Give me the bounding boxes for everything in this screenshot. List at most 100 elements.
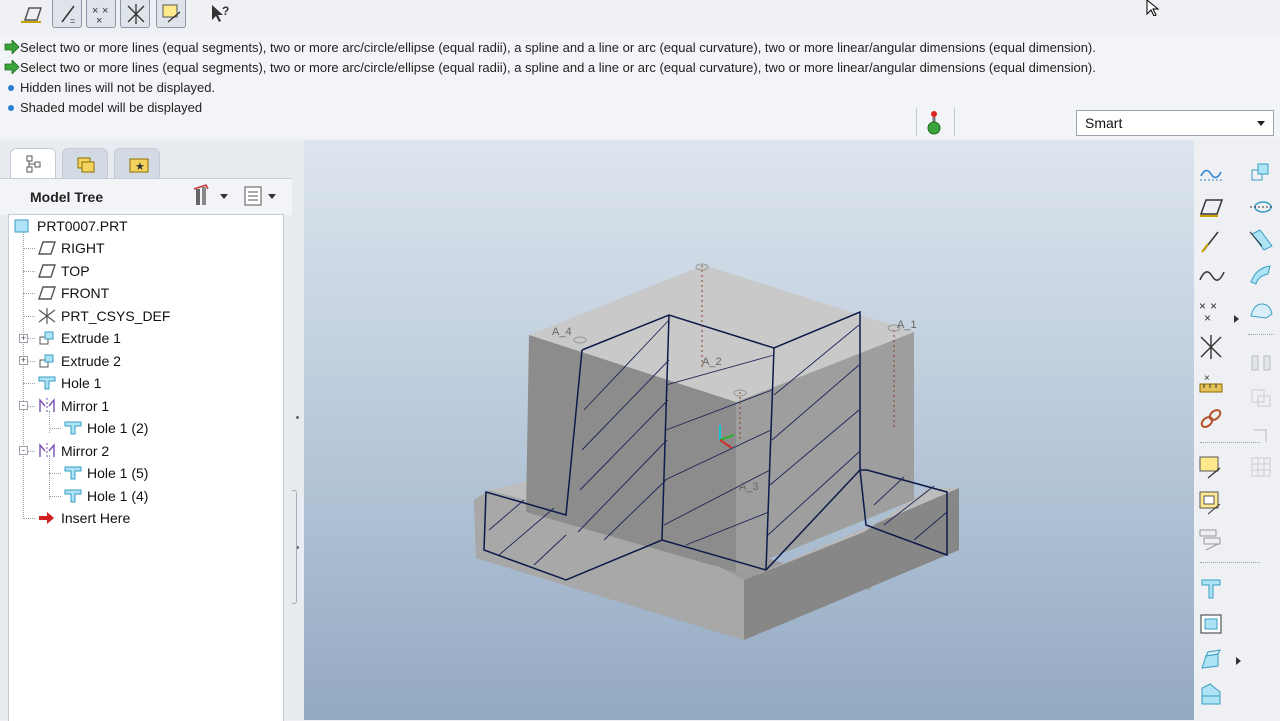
context-help-icon[interactable]: ?	[206, 0, 236, 28]
tree-connector	[23, 271, 35, 272]
tree-connector	[23, 518, 35, 519]
graphics-window[interactable]: A_4 A_2 A_1 A_3	[304, 140, 1194, 720]
datum-display-icon[interactable]	[1196, 158, 1226, 188]
pattern-tool-icon[interactable]	[1246, 452, 1276, 482]
tab-folder-browser[interactable]	[62, 148, 108, 178]
tree-connector	[23, 229, 24, 519]
extrude-icon	[39, 331, 54, 345]
prompt-arrow-icon	[4, 60, 20, 74]
plane-sketch-icon[interactable]	[16, 0, 46, 28]
tree-connector	[23, 383, 35, 384]
selection-filter-value: Smart	[1085, 115, 1123, 131]
hole-icon	[38, 376, 56, 390]
collapse-toggle[interactable]: -	[19, 446, 28, 455]
hole-tool-icon[interactable]	[1196, 574, 1226, 604]
mirror-icon	[39, 398, 55, 414]
tab-favorites[interactable]: ★	[114, 148, 160, 178]
expand-toggle[interactable]: +	[19, 334, 28, 343]
tree-show-button[interactable]	[242, 183, 282, 209]
axis-label-a3: A_3	[739, 481, 759, 493]
flyout-arrow-icon[interactable]	[1232, 646, 1246, 676]
datum-plane-icon	[38, 241, 56, 255]
tree-connector	[23, 293, 35, 294]
selection-filter-dropdown[interactable]: Smart	[1076, 110, 1274, 136]
info-message: Hidden lines will not be displayed.	[4, 78, 215, 98]
revolve-tool-icon[interactable]	[1246, 192, 1276, 222]
datum-plane-icon	[38, 264, 56, 278]
model-tree-icon	[26, 155, 41, 173]
csys-tool-icon[interactable]	[1196, 332, 1226, 362]
csys-icon	[38, 308, 56, 324]
tree-settings-button[interactable]	[192, 183, 232, 209]
insert-here-arrow-icon	[39, 512, 54, 524]
layer-tool-icon[interactable]	[1196, 524, 1226, 554]
splitter-handle[interactable]	[292, 490, 297, 604]
collapse-toggle[interactable]: -	[19, 401, 28, 410]
prompt-arrow-icon	[4, 40, 20, 54]
toolbar-separator	[1200, 562, 1260, 563]
boundary-blend-icon[interactable]	[1246, 296, 1276, 326]
prompt-message: Select two or more lines (equal segments…	[4, 58, 1096, 78]
line-equal-icon[interactable]: =	[52, 0, 82, 28]
datum-curve-tool-icon[interactable]	[1196, 260, 1226, 290]
svg-text:×: ×	[1204, 311, 1211, 325]
rib-tool-icon[interactable]	[1196, 680, 1226, 710]
mouse-cursor-icon	[1146, 0, 1160, 16]
model-3d-view[interactable]: A_4 A_2 A_1 A_3	[304, 140, 1194, 720]
tree-item-label: PRT_CSYS_DEF	[61, 308, 171, 324]
extrude-tool-icon[interactable]	[1246, 158, 1276, 188]
axis-label-a2: A_2	[702, 356, 722, 368]
trim-tool-icon[interactable]	[1246, 420, 1276, 450]
toolbar-separator	[1248, 334, 1274, 335]
tree-item-label: Hole 1	[61, 375, 102, 391]
mirror-tool-icon[interactable]	[1246, 348, 1276, 378]
tree-item-label: RIGHT	[61, 240, 105, 256]
panel-splitter[interactable]	[292, 140, 304, 720]
blend-tool-icon[interactable]	[1246, 260, 1276, 290]
status-separator	[954, 108, 955, 136]
regen-status-icon[interactable]	[926, 110, 942, 136]
tree-item-label: Extrude 1	[61, 330, 121, 346]
tree-item-label: TOP	[61, 263, 90, 279]
info-text: Hidden lines will not be displayed.	[20, 80, 216, 95]
view-manager-icon[interactable]	[1196, 488, 1226, 518]
svg-text:★: ★	[135, 161, 145, 173]
prompt-message: Select two or more lines (equal segments…	[4, 38, 1096, 58]
navigator-panel: ★ Model Tree + + - - PRT0007.PRT RIGHT T…	[0, 140, 292, 721]
analysis-tool-icon[interactable]: ×	[1196, 368, 1226, 398]
top-toolbar: = × × × ?	[0, 0, 1280, 28]
hole-icon	[64, 489, 82, 503]
chain-tool-icon[interactable]	[1196, 404, 1226, 434]
equal-constraint-icon[interactable]	[156, 0, 186, 28]
tab-model-tree[interactable]	[10, 148, 56, 178]
svg-text:×: ×	[1204, 373, 1210, 384]
model-tree: + + - - PRT0007.PRT RIGHT TOP FRONT PRT_…	[8, 214, 284, 721]
datum-axis-tool-icon[interactable]	[1196, 226, 1226, 256]
tree-item-label: Hole 1 (4)	[87, 488, 149, 504]
datum-point-tool-icon[interactable]: × × ×	[1196, 296, 1226, 326]
csys-equal-icon[interactable]	[120, 0, 150, 28]
tree-connector	[49, 411, 50, 433]
note-tool-icon[interactable]	[1196, 452, 1226, 482]
datum-plane-tool-icon[interactable]	[1196, 192, 1226, 222]
tree-item-label: FRONT	[61, 285, 110, 301]
prompt-text: Select two or more lines (equal segments…	[20, 60, 1096, 75]
tree-connector	[23, 316, 35, 317]
mirror-icon	[39, 443, 55, 459]
tree-connector	[49, 473, 61, 474]
status-separator	[916, 108, 917, 136]
merge-tool-icon[interactable]	[1246, 384, 1276, 414]
prompt-text: Select two or more lines (equal segments…	[20, 40, 1096, 55]
point-equal-icon[interactable]: × × ×	[86, 0, 116, 28]
expand-toggle[interactable]: +	[19, 356, 28, 365]
shell-tool-icon[interactable]	[1196, 610, 1226, 640]
sweep-tool-icon[interactable]	[1246, 226, 1276, 256]
model-tree-title: Model Tree	[30, 189, 104, 205]
flyout-arrow-icon[interactable]	[1230, 304, 1244, 334]
tree-item-label: Mirror 2	[61, 443, 110, 459]
tree-settings-icon	[193, 184, 228, 205]
tree-connector	[49, 428, 61, 429]
draft-tool-icon[interactable]	[1196, 646, 1226, 676]
tree-item-label: PRT0007.PRT	[37, 218, 128, 234]
axis-label-a1: A_1	[897, 319, 917, 331]
